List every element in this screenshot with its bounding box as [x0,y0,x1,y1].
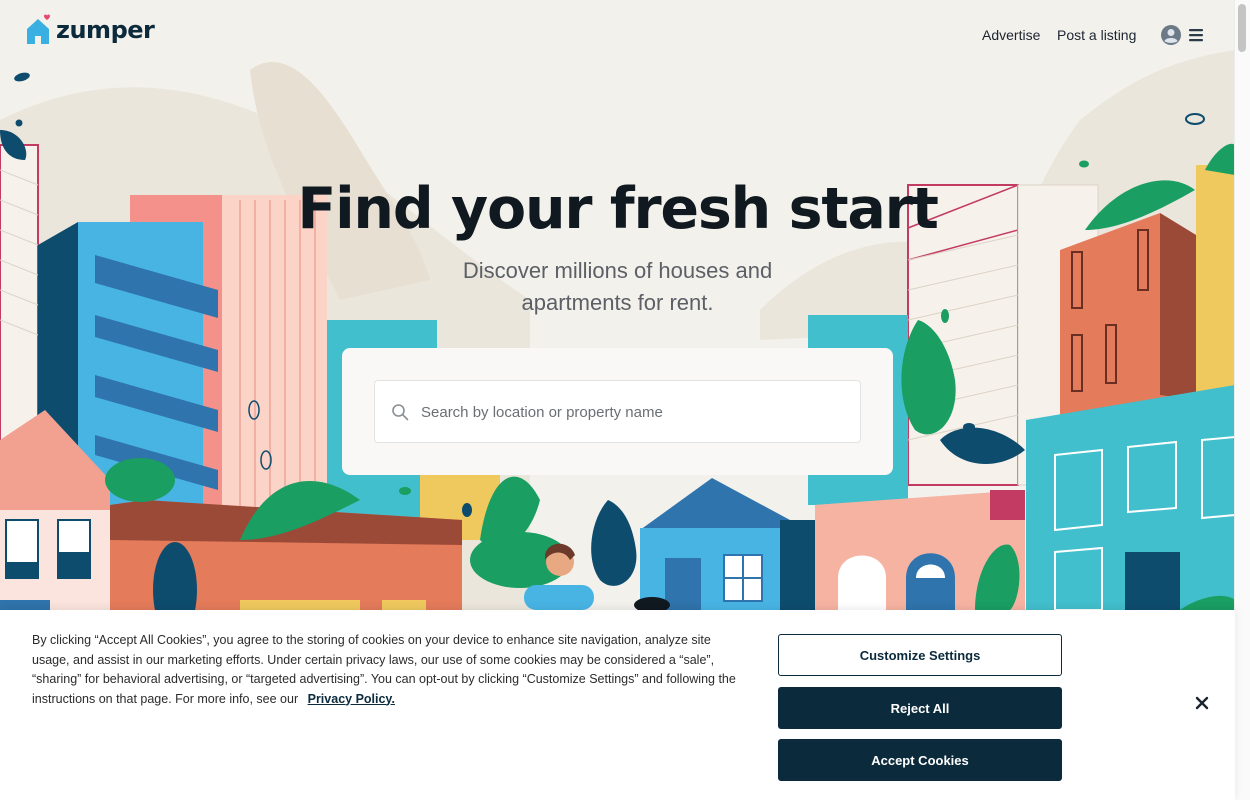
search-icon [392,404,409,421]
page-scrollbar[interactable] [1234,0,1250,800]
search-card [342,348,893,475]
house-heart-icon [27,14,50,44]
hero-subtitle: Discover millions of houses and apartmen… [0,255,1235,319]
zumper-logo[interactable]: zumper [24,14,155,46]
cookie-message: By clicking “Accept All Cookies”, you ag… [32,631,744,709]
top-navigation: zumper Advertise Post a listing [0,0,1235,70]
advertise-link[interactable]: Advertise [982,27,1040,43]
scrollbar-thumb[interactable] [1238,4,1246,52]
accept-cookies-button[interactable]: Accept Cookies [778,739,1062,781]
user-menu-button[interactable] [1160,24,1204,46]
post-listing-link[interactable]: Post a listing [1057,27,1136,43]
reject-all-button[interactable]: Reject All [778,687,1062,729]
hero-subtitle-line1: Discover millions of houses and [462,258,773,283]
cookie-banner: By clicking “Accept All Cookies”, you ag… [0,610,1235,800]
hamburger-menu-icon [1189,29,1203,42]
close-icon[interactable] [1194,695,1210,711]
search-input[interactable] [419,381,853,444]
brand-name: zumper [56,16,155,44]
user-circle-icon [1161,25,1181,45]
privacy-policy-link[interactable]: Privacy Policy. [308,692,395,706]
search-box[interactable] [374,380,861,444]
customize-settings-button[interactable]: Customize Settings [778,634,1062,676]
hero-subtitle-line2: apartments for rent. [521,290,714,315]
hero-title: Find your fresh start [297,176,938,242]
